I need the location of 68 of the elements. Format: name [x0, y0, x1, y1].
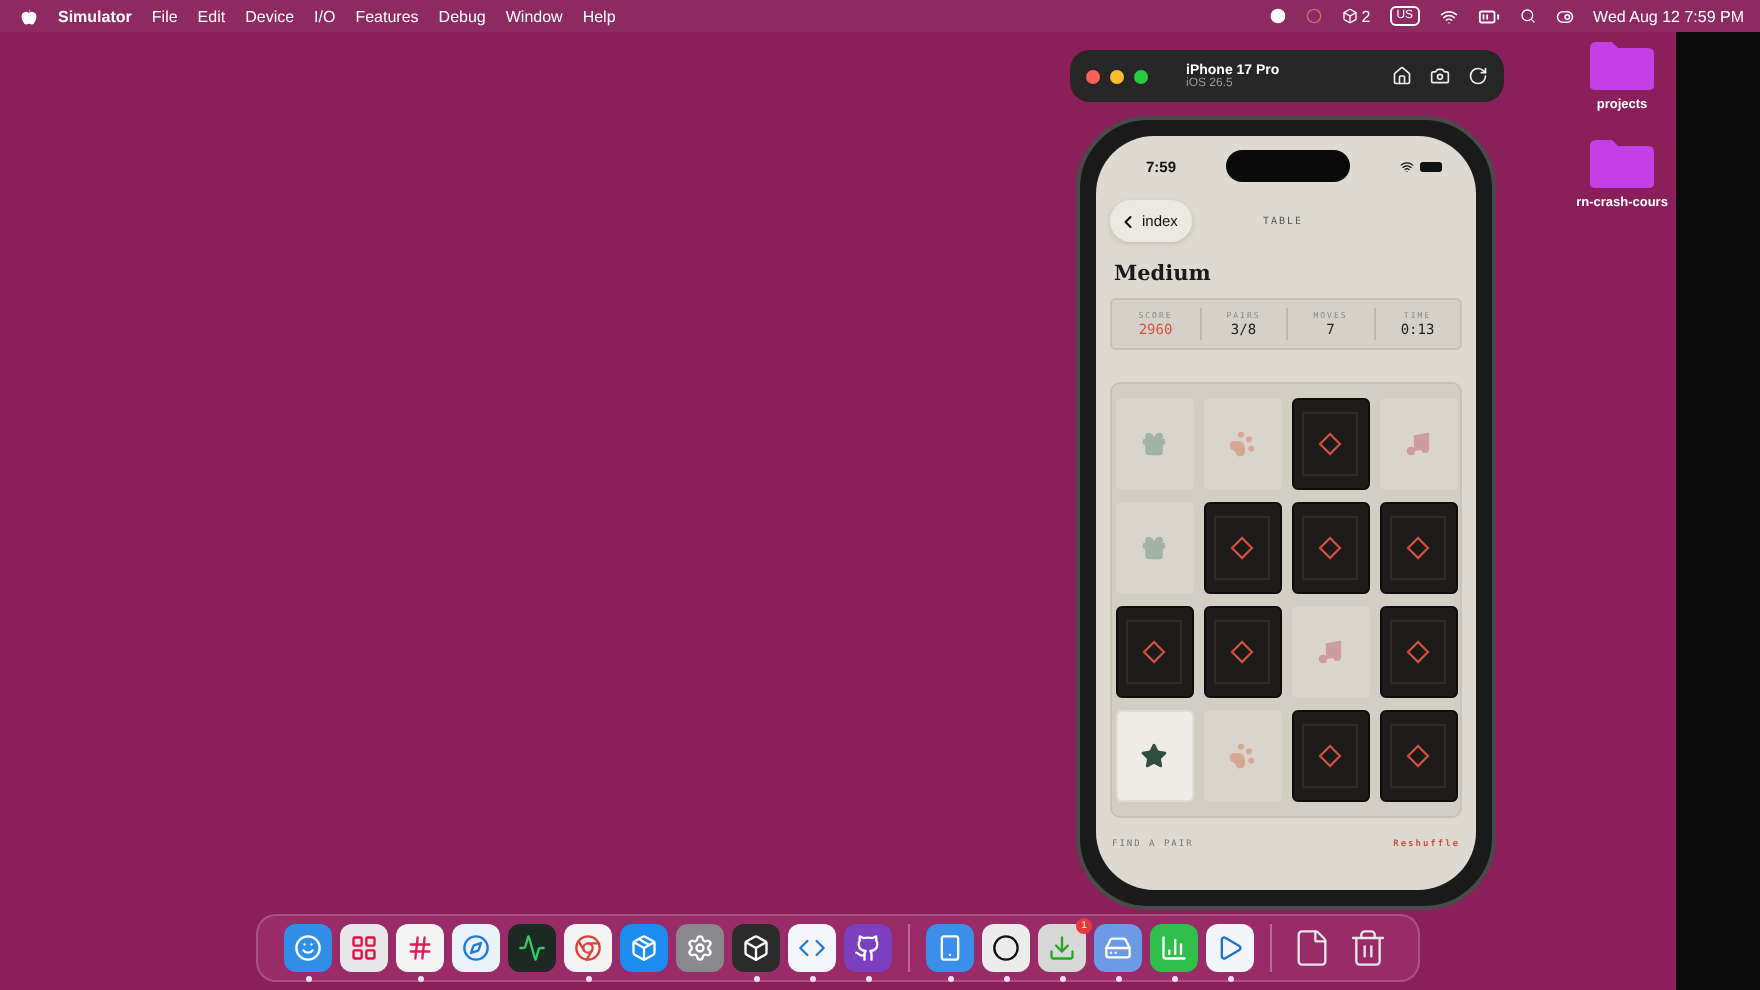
music-note-icon: [1404, 430, 1432, 458]
face-down-card[interactable]: [1379, 606, 1457, 698]
menu-item[interactable]: Window: [505, 7, 563, 25]
diamond-icon: [1406, 536, 1430, 560]
difficulty-heading: Medium: [1114, 262, 1213, 286]
grid-app-icon[interactable]: [340, 923, 388, 971]
home-icon[interactable]: [1392, 66, 1412, 86]
paw-icon: [1228, 430, 1256, 458]
face-down-card[interactable]: [1291, 710, 1369, 802]
play-app-icon[interactable]: [1206, 923, 1254, 971]
menu-item[interactable]: I/O: [314, 7, 336, 25]
hash-app-icon[interactable]: [396, 923, 444, 971]
diamond-icon: [1230, 536, 1254, 560]
close-button[interactable]: [1086, 69, 1100, 83]
status-count: 2: [1361, 7, 1371, 25]
code-app-icon[interactable]: [788, 923, 836, 971]
diamond-icon: [1318, 744, 1342, 768]
download-app-icon[interactable]: [1038, 923, 1086, 971]
face-down-card[interactable]: [1379, 502, 1457, 594]
box-icon[interactable]: [1341, 8, 1358, 24]
diamond-icon: [1406, 640, 1430, 664]
search-icon[interactable]: [1519, 8, 1536, 24]
diamond-icon: [1406, 744, 1430, 768]
compass-app-icon[interactable]: [452, 923, 500, 971]
battery-icon[interactable]: [1477, 5, 1500, 27]
minimize-button[interactable]: [1110, 69, 1124, 83]
phone-app-icon[interactable]: [926, 923, 974, 971]
face-down-card[interactable]: [1379, 710, 1457, 802]
bar-chart-app-icon[interactable]: [1150, 923, 1198, 971]
menu-item[interactable]: Edit: [197, 7, 226, 25]
face-down-card[interactable]: [1291, 502, 1369, 594]
menu-clock[interactable]: Wed Aug 12 7:59 PM: [1593, 7, 1744, 25]
face-down-card[interactable]: [1203, 502, 1281, 594]
menu-item[interactable]: Help: [582, 7, 616, 25]
gift-icon: [1140, 534, 1168, 562]
battery-icon: [1419, 161, 1442, 171]
face-down-card[interactable]: [1115, 606, 1193, 698]
face-down-card[interactable]: [1203, 606, 1281, 698]
diamond-icon: [1318, 432, 1342, 456]
face-up-card[interactable]: [1115, 710, 1193, 802]
menu-item[interactable]: Debug: [438, 7, 486, 25]
gift-icon: [1140, 430, 1168, 458]
diamond-icon: [1142, 640, 1166, 664]
gear-app-icon[interactable]: [676, 923, 724, 971]
disk-app-icon[interactable]: [1094, 923, 1142, 971]
circle-app-icon[interactable]: [982, 923, 1030, 971]
music-note-icon: [1316, 638, 1344, 666]
menu-item[interactable]: File: [151, 7, 178, 25]
wifi-icon[interactable]: [1439, 7, 1458, 25]
diamond-icon: [1230, 640, 1254, 664]
cube-app-icon[interactable]: [732, 923, 780, 971]
rotate-icon[interactable]: [1468, 66, 1488, 86]
apple-icon[interactable]: [20, 7, 38, 25]
menu-item[interactable]: Device: [245, 7, 295, 25]
control-center-icon[interactable]: [1555, 7, 1574, 25]
face-down-card[interactable]: [1291, 398, 1369, 490]
menu-item[interactable]: Features: [355, 7, 419, 25]
paw-icon: [1228, 742, 1256, 770]
menu-item[interactable]: Simulator: [58, 7, 132, 25]
pulse-app-icon[interactable]: [508, 923, 556, 971]
dynamic-island: [1226, 150, 1350, 182]
record-icon[interactable]: [1269, 8, 1286, 24]
smiling-face-app-icon[interactable]: [284, 923, 332, 971]
wifi-icon: [1399, 159, 1414, 173]
camera-icon[interactable]: [1430, 66, 1450, 86]
star-icon: [1140, 742, 1168, 770]
zoom-button[interactable]: [1134, 69, 1148, 83]
diamond-icon: [1318, 536, 1342, 560]
